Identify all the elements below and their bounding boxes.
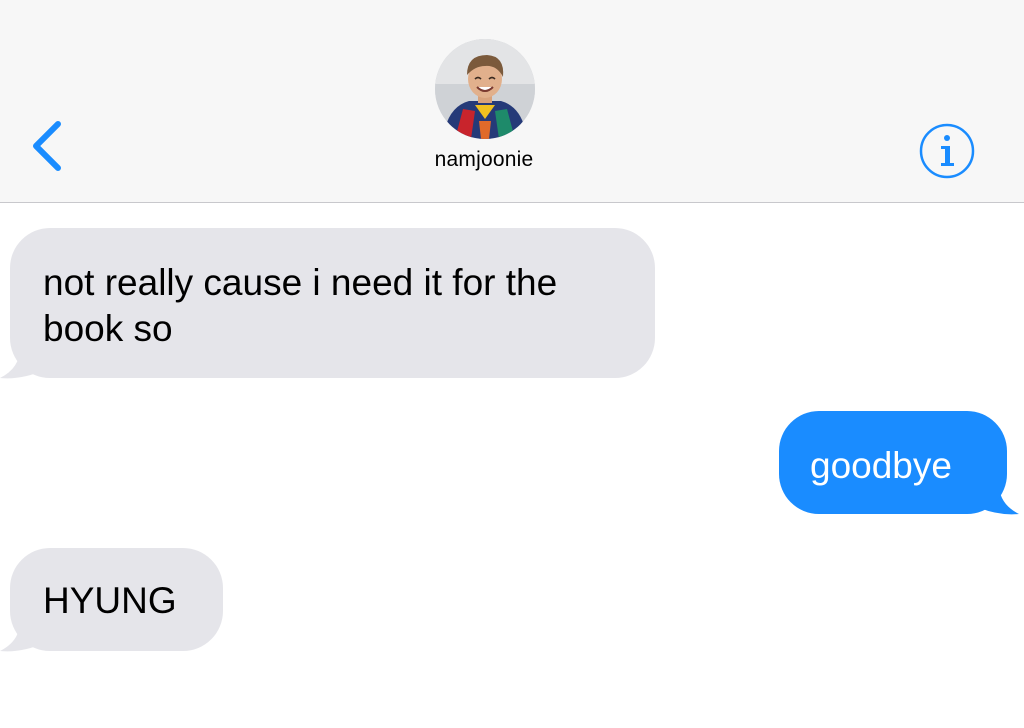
info-button[interactable] — [918, 122, 976, 180]
message-text: HYUNG — [10, 548, 223, 651]
contact-name[interactable]: namjoonie — [384, 148, 584, 172]
message-text: not really cause i need it for the book … — [10, 228, 655, 378]
contact-avatar[interactable] — [435, 39, 535, 139]
avatar-photo — [435, 39, 535, 139]
conversation-screen: namjoonie not really cause i need it for… — [0, 0, 1024, 728]
message-bubble-received[interactable]: not really cause i need it for the book … — [0, 228, 655, 379]
info-icon — [919, 123, 975, 179]
back-button[interactable] — [20, 116, 72, 180]
chevron-left-icon — [33, 121, 61, 171]
message-text: goodbye — [779, 411, 1007, 514]
conversation-header: namjoonie — [0, 0, 1024, 203]
message-bubble-sent[interactable]: goodbye — [779, 411, 1019, 515]
message-bubble-received[interactable]: HYUNG — [0, 548, 223, 652]
